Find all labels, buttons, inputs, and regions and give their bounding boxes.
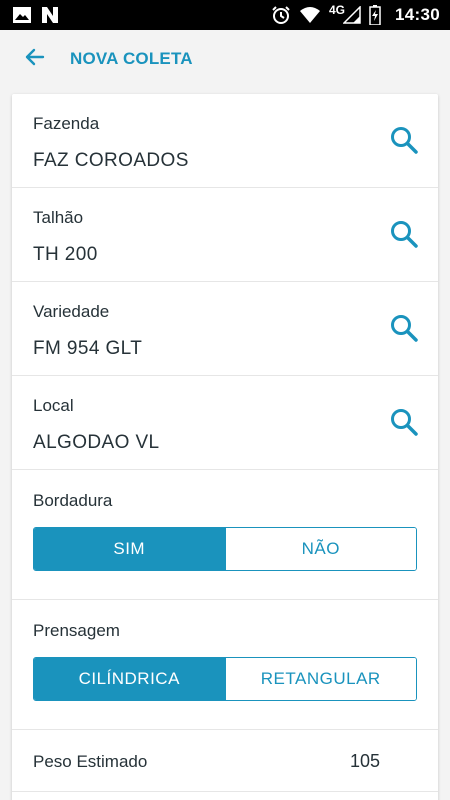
prensagem-section: Prensagem CILÍNDRICA RETANGULAR bbox=[12, 600, 438, 730]
field-value: FM 954 GLT bbox=[33, 338, 143, 359]
app-bar: NOVA COLETA bbox=[0, 30, 450, 88]
bordadura-option-nao[interactable]: NÃO bbox=[224, 528, 416, 570]
bordadura-toggle: SIM NÃO bbox=[33, 527, 417, 571]
field-fazenda[interactable]: Fazenda FAZ COROADOS bbox=[12, 94, 438, 188]
status-bar: 4G 14:30 bbox=[0, 0, 450, 30]
field-value: ALGODAO VL bbox=[33, 432, 160, 453]
search-icon[interactable] bbox=[388, 312, 420, 344]
prensagem-option-retangular[interactable]: RETANGULAR bbox=[224, 658, 416, 700]
page-title: NOVA COLETA bbox=[70, 49, 193, 68]
n-app-icon bbox=[40, 6, 60, 24]
alarm-icon bbox=[271, 5, 291, 25]
peso-estimado-value[interactable]: 105 bbox=[350, 751, 380, 772]
back-button[interactable] bbox=[10, 30, 60, 88]
peso-estimado-row[interactable]: Peso Estimado 105 bbox=[12, 730, 438, 792]
field-value: FAZ COROADOS bbox=[33, 150, 189, 171]
network-type: 4G bbox=[329, 3, 346, 17]
arrow-left-icon bbox=[23, 45, 47, 74]
search-icon[interactable] bbox=[388, 406, 420, 438]
wifi-icon bbox=[299, 6, 321, 24]
prensagem-label: Prensagem bbox=[33, 621, 120, 640]
bordadura-option-sim[interactable]: SIM bbox=[34, 528, 225, 570]
battery-icon bbox=[369, 5, 381, 25]
search-icon[interactable] bbox=[388, 124, 420, 156]
image-icon bbox=[12, 6, 32, 24]
search-icon[interactable] bbox=[388, 218, 420, 250]
prensagem-option-cilindrica[interactable]: CILÍNDRICA bbox=[34, 658, 225, 700]
field-talhao[interactable]: Talhão TH 200 bbox=[12, 188, 438, 282]
status-bar-left bbox=[12, 6, 60, 24]
status-time: 14:30 bbox=[395, 5, 440, 24]
prensagem-toggle: CILÍNDRICA RETANGULAR bbox=[33, 657, 417, 701]
bordadura-section: Bordadura SIM NÃO bbox=[12, 470, 438, 600]
form-card: Fazenda FAZ COROADOS Talhão TH 200 Varie… bbox=[12, 94, 438, 800]
field-value: TH 200 bbox=[33, 244, 98, 265]
field-label: Local bbox=[33, 396, 74, 415]
field-variedade[interactable]: Variedade FM 954 GLT bbox=[12, 282, 438, 376]
status-bar-right: 4G 14:30 bbox=[271, 3, 440, 25]
peso-estimado-label: Peso Estimado bbox=[33, 752, 148, 771]
signal-icon bbox=[343, 6, 361, 24]
field-label: Talhão bbox=[33, 208, 84, 227]
field-label: Fazenda bbox=[33, 114, 100, 133]
field-local[interactable]: Local ALGODAO VL bbox=[12, 376, 438, 470]
field-label: Variedade bbox=[33, 302, 110, 321]
bordadura-label: Bordadura bbox=[33, 491, 113, 510]
